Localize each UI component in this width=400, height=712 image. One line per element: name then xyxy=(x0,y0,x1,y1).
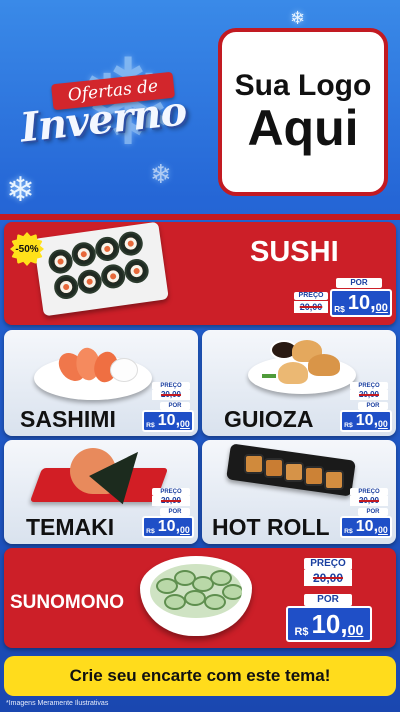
sashimi-image xyxy=(34,344,152,400)
preco-label: PREÇO xyxy=(152,488,190,496)
new-price: R$ 10, 00 xyxy=(286,606,372,642)
product-card-hot-roll[interactable]: HOT ROLL PREÇO 20,00 POR R$ 10, 00 xyxy=(202,440,396,544)
disclaimer: *Imagens Meramente Ilustrativas xyxy=(6,700,109,707)
new-price: R$ 10, 00 xyxy=(340,410,392,432)
snowflake-icon: ❄ xyxy=(290,8,306,29)
preco-label: PREÇO xyxy=(152,382,190,390)
por-label: POR xyxy=(160,508,190,516)
product-card-temaki[interactable]: TEMAKI PREÇO 20,00 POR R$ 10, 00 xyxy=(4,437,198,544)
old-price: 20,00 xyxy=(350,390,388,400)
price-tag: PREÇO 20,00 POR R$ 10, 00 xyxy=(142,382,198,432)
preco-label: PREÇO xyxy=(294,292,328,300)
old-price: 20,00 xyxy=(350,496,388,506)
featured-card-sushi[interactable]: -50% SUSHI POR PREÇO 20,00 R$ 10, 00 xyxy=(4,221,396,325)
por-label: POR xyxy=(160,402,190,410)
por-label: POR xyxy=(358,508,388,516)
new-price: R$ 10, 00 xyxy=(330,289,392,317)
por-label: POR xyxy=(336,278,382,288)
price-tag: POR PREÇO 20,00 R$ 10, 00 xyxy=(292,278,392,318)
old-price: 20,00 xyxy=(294,301,328,313)
price-tag: PREÇO 20,00 POR R$ 10, 00 xyxy=(340,382,396,432)
price-tag: PREÇO 20,00 POR R$ 10, 00 xyxy=(340,488,396,538)
item-title: HOT ROLL xyxy=(212,514,330,540)
preco-label: PREÇO xyxy=(304,558,352,570)
new-price: R$ 10, 00 xyxy=(340,516,392,538)
create-flyer-banner[interactable]: Crie seu encarte com este tema! xyxy=(4,656,396,696)
item-title: SASHIMI xyxy=(20,406,116,432)
por-label: POR xyxy=(358,402,388,410)
logo-text-line2: Aqui xyxy=(247,99,359,156)
hot-roll-image xyxy=(226,443,356,497)
flyer-page: ❄ ❄ ❄ ❄ Ofertas de Inverno Sua Logo Aqui… xyxy=(0,0,400,712)
por-label: POR xyxy=(304,594,352,606)
old-price: 20,00 xyxy=(152,390,190,400)
old-price: 20,00 xyxy=(304,570,352,586)
logo-placeholder[interactable]: Sua Logo Aqui xyxy=(218,28,388,196)
header: ❄ ❄ ❄ ❄ Ofertas de Inverno Sua Logo Aqui xyxy=(0,0,400,214)
item-title: SUSHI xyxy=(250,236,339,268)
header-divider xyxy=(0,214,400,220)
new-price: R$ 10, 00 xyxy=(142,516,194,538)
old-price: 20,00 xyxy=(152,496,190,506)
preco-label: PREÇO xyxy=(350,382,388,390)
item-title: SUNOMONO xyxy=(10,592,124,613)
price-tag: PREÇO 20,00 POR R$ 10, 00 xyxy=(284,554,374,644)
price-tag: PREÇO 20,00 POR R$ 10, 00 xyxy=(142,488,198,538)
snowflake-icon: ❄ xyxy=(150,160,172,190)
new-price: R$ 10, 00 xyxy=(142,410,194,432)
snowflake-icon: ❄ xyxy=(6,170,35,210)
item-title: TEMAKI xyxy=(26,514,115,540)
product-card-guioza[interactable]: GUIOZA PREÇO 20,00 POR R$ 10, 00 xyxy=(202,330,396,436)
product-card-sashimi[interactable]: SASHIMI PREÇO 20,00 POR R$ 10, 00 xyxy=(4,330,198,436)
item-title: GUIOZA xyxy=(224,406,314,432)
preco-label: PREÇO xyxy=(350,488,388,496)
logo-text-line1: Sua Logo xyxy=(234,69,372,102)
sushi-image xyxy=(33,221,169,317)
